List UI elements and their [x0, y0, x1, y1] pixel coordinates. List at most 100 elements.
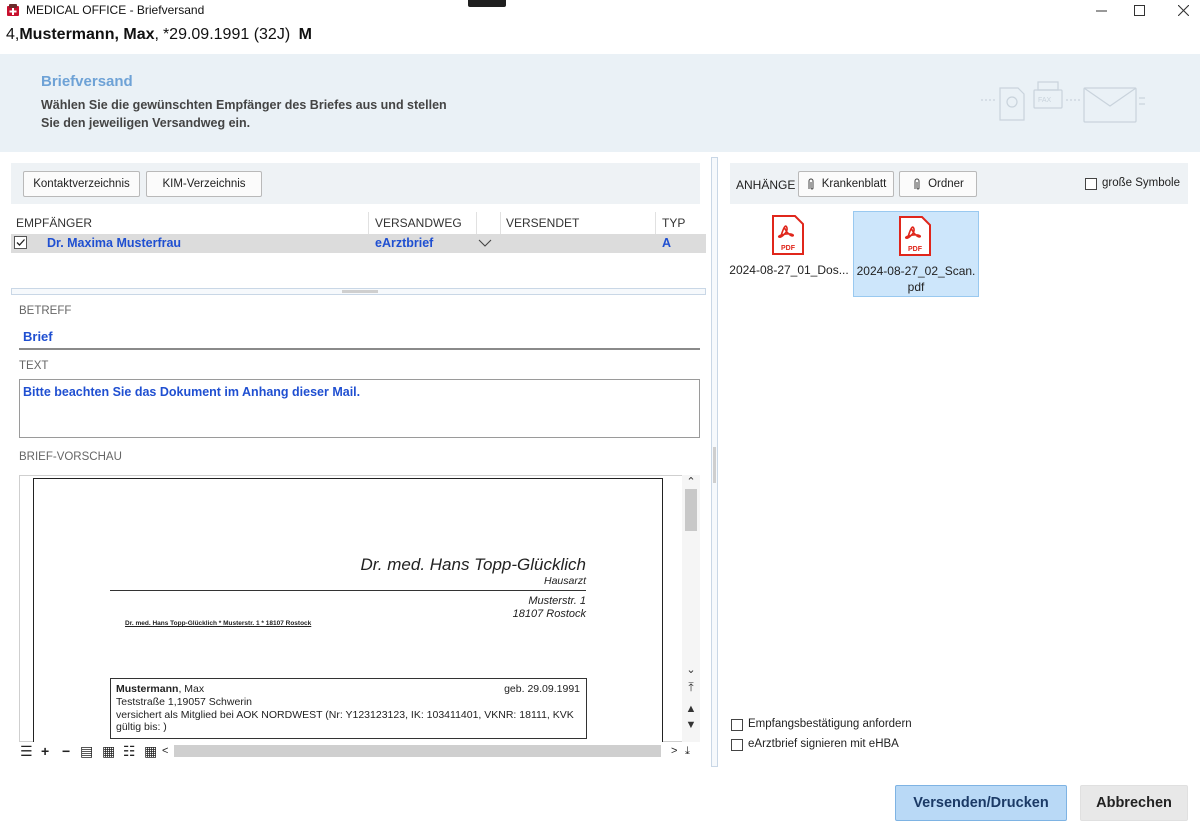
patient-info: 4,Mustermann, Max, *29.09.1991 (32J) M	[6, 26, 312, 44]
previous-page-icon[interactable]: ▲	[682, 702, 700, 716]
column-header-recipient[interactable]: EMPFÄNGER	[16, 216, 92, 230]
column-divider	[476, 212, 477, 234]
recipient-type: A	[662, 236, 672, 250]
patient-separator: ,	[154, 26, 159, 43]
scroll-down-icon[interactable]: ⌄	[682, 663, 700, 677]
large-icons-label: große Symbole	[1102, 177, 1180, 189]
scroll-up-icon[interactable]: ⌃	[682, 475, 700, 489]
doctor-street: Musterstr. 1	[528, 595, 586, 607]
last-page-icon[interactable]: ⤓	[685, 743, 690, 759]
full-page-icon[interactable]: ▦	[102, 743, 115, 759]
vertical-splitter[interactable]	[711, 157, 718, 767]
cancel-button[interactable]: Abbrechen	[1080, 785, 1188, 821]
contact-directory-button[interactable]: Kontaktverzeichnis	[23, 171, 140, 197]
attachment-file-name: 2024-08-27_01_Dos...	[729, 263, 849, 277]
addressee-valid: gültig bis: )	[116, 721, 167, 733]
close-window-button[interactable]	[1160, 0, 1200, 20]
attachment-file-2[interactable]: PDF 2024-08-27_02_Scan. pdf	[853, 211, 979, 297]
preview-page: Dr. med. Hans Topp-Glücklich Hausarzt Mu…	[33, 478, 663, 748]
patient-number: 4,	[6, 26, 20, 43]
page-title: Briefversand	[41, 73, 133, 90]
page-description: Wählen Sie die gewünschten Empfänger des…	[41, 98, 447, 130]
pdf-file-icon: PDF	[772, 215, 804, 255]
paperclip-icon	[808, 178, 814, 189]
page-width-icon[interactable]: ▤	[80, 743, 93, 759]
send-print-button[interactable]: Versenden/Drucken	[895, 785, 1067, 821]
doctor-city: 18107 Rostock	[512, 608, 586, 620]
column-divider	[500, 212, 501, 234]
large-icons-checkbox[interactable]	[1085, 178, 1097, 190]
splitter-grip[interactable]	[342, 290, 378, 293]
message-text: Bitte beachten Sie das Dokument im Anhan…	[23, 385, 361, 399]
subject-input[interactable]: Brief	[23, 329, 53, 344]
maximize-icon	[1133, 4, 1145, 16]
subject-underline	[19, 348, 700, 350]
preview-label: BRIEF-VORSCHAU	[19, 451, 122, 463]
column-header-type[interactable]: TYP	[662, 216, 685, 230]
mail-fax-illustration-icon: FAX	[981, 81, 1145, 123]
horizontal-splitter[interactable]	[11, 288, 706, 295]
preview-horizontal-scrollbar[interactable]	[174, 745, 661, 757]
column-header-method[interactable]: VERSANDWEG	[375, 216, 462, 230]
table-row[interactable]: Dr. Maxima Musterfrau eArztbrief A	[11, 234, 706, 253]
attachment-file-name: 2024-08-27_02_Scan. pdf	[856, 264, 976, 294]
paperclip-icon	[914, 178, 920, 189]
two-pages-icon[interactable]: ☷	[123, 743, 136, 759]
folder-button-label: Ordner	[928, 178, 964, 190]
receipt-checkbox[interactable]	[731, 719, 743, 731]
pdf-file-icon: PDF	[899, 216, 931, 256]
return-address: Dr. med. Hans Topp-Glücklich * Musterstr…	[125, 620, 312, 627]
chevron-down-icon[interactable]	[478, 238, 492, 248]
message-textarea[interactable]: Bitte beachten Sie das Dokument im Anhan…	[19, 379, 700, 438]
pdf-icon-label: PDF	[781, 245, 796, 252]
column-divider	[655, 212, 656, 234]
recipient-checkbox[interactable]	[14, 236, 27, 249]
subject-label: BETREFF	[19, 305, 72, 317]
addressee-box: Mustermann, Max geb. 29.09.1991 Teststra…	[110, 678, 587, 739]
medical-chart-button-label: Krankenblatt	[821, 178, 887, 190]
recipient-table-header: EMPFÄNGER VERSANDWEG VERSENDET TYP	[11, 212, 706, 234]
recipient-name: Dr. Maxima Musterfrau	[47, 236, 182, 250]
snap-handle[interactable]	[468, 0, 506, 7]
preview-vertical-scrollbar[interactable]: ⌃ ⌄ ⤒ ▲ ▼	[682, 475, 700, 742]
first-page-icon[interactable]: ⤒	[682, 680, 700, 694]
medical-chart-button[interactable]: Krankenblatt	[798, 171, 894, 197]
maximize-button[interactable]	[1116, 0, 1162, 20]
sign-ehba-label: eArztbrief signieren mit eHBA	[748, 738, 899, 750]
scroll-left-icon[interactable]: <	[162, 743, 168, 759]
fax-illustration-label: FAX	[1038, 97, 1052, 104]
column-header-sent[interactable]: VERSENDET	[506, 216, 579, 230]
splitter-grip[interactable]	[713, 447, 716, 483]
checkmark-icon	[16, 239, 25, 246]
zoom-out-icon[interactable]: −	[62, 743, 70, 759]
pdf-icon-label: PDF	[908, 246, 923, 253]
addressee-street: Teststraße 1,19057 Schwerin	[116, 696, 252, 708]
doctor-role: Hausarzt	[543, 575, 586, 587]
menu-icon[interactable]: ☰	[20, 743, 33, 759]
column-divider	[368, 212, 369, 234]
title-bar: MEDICAL OFFICE - Briefversand	[0, 0, 1200, 20]
text-label: TEXT	[19, 360, 49, 372]
addressee-first-name: , Max	[178, 683, 205, 695]
attachment-file-1[interactable]: PDF 2024-08-27_01_Dos...	[727, 211, 853, 297]
scroll-right-icon[interactable]: >	[671, 743, 677, 759]
patient-sex: M	[298, 26, 312, 43]
scroll-thumb[interactable]	[685, 489, 697, 531]
patient-name: Mustermann, Max	[19, 26, 155, 43]
addressee-name: Mustermann, Max	[116, 683, 204, 695]
next-page-icon[interactable]: ▼	[682, 718, 700, 732]
attachments-label: ANHÄNGE	[736, 178, 796, 192]
doctor-name: Dr. med. Hans Topp-Glücklich	[360, 555, 587, 574]
letterhead-rule	[110, 590, 586, 591]
thumbnails-icon[interactable]: ▦	[144, 743, 157, 759]
medical-office-app-icon	[7, 4, 19, 16]
addressee-birth: geb. 29.09.1991	[504, 683, 580, 695]
folder-button[interactable]: Ordner	[899, 171, 977, 197]
kim-directory-button[interactable]: KIM-Verzeichnis	[146, 171, 262, 197]
sign-ehba-checkbox[interactable]	[731, 739, 743, 751]
window-title: MEDICAL OFFICE - Briefversand	[26, 3, 205, 17]
send-method-select[interactable]: eArztbrief	[375, 236, 433, 250]
minimize-icon	[1095, 10, 1107, 11]
zoom-in-icon[interactable]: +	[41, 743, 49, 759]
patient-birth: *29.09.1991 (32J)	[162, 26, 291, 43]
